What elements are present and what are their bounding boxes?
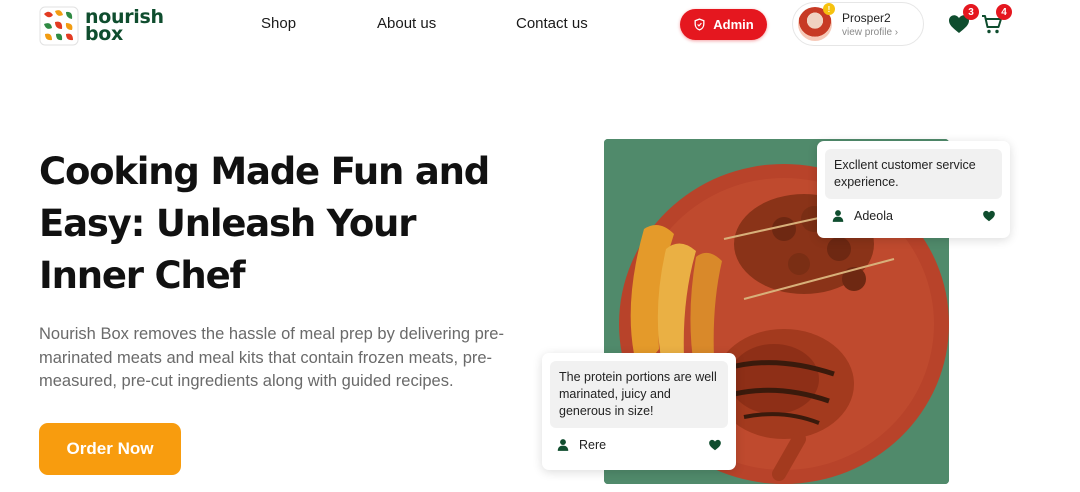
user-icon: [557, 439, 569, 451]
avatar: !: [798, 3, 835, 41]
order-now-button[interactable]: Order Now: [39, 423, 181, 475]
logo-wordmark: nourish box: [85, 8, 164, 45]
reviewer-name: Rere: [579, 438, 607, 452]
nourish-box-logo[interactable]: nourish box: [39, 6, 164, 46]
nav-shop[interactable]: Shop: [261, 15, 296, 32]
user-icon: [832, 210, 844, 222]
logo-line-2: box: [85, 23, 124, 45]
review-card: The protein portions are well marinated,…: [542, 353, 736, 470]
heart-icon[interactable]: [708, 438, 722, 452]
profile-alert-badge: !: [823, 3, 835, 15]
review-card: Excllent customer service experience. Ad…: [817, 141, 1010, 238]
review-text: The protein portions are well marinated,…: [550, 361, 728, 428]
shield-icon: [694, 18, 705, 31]
wishlist-count-badge: 3: [963, 4, 979, 20]
cart-button[interactable]: 4: [980, 4, 1012, 36]
heart-icon[interactable]: [982, 209, 996, 223]
nav-about-us[interactable]: About us: [377, 15, 436, 32]
view-profile-link[interactable]: view profile ›: [842, 27, 898, 38]
logo-mark-icon: [39, 6, 79, 46]
hero-title: Cooking Made Fun and Easy: Unleash Your …: [39, 150, 490, 297]
review-text: Excllent customer service experience.: [825, 149, 1002, 199]
profile-chip[interactable]: ! Prosper2 view profile ›: [792, 2, 924, 46]
nav-contact-us[interactable]: Contact us: [516, 15, 588, 32]
cart-count-badge: 4: [996, 4, 1012, 20]
wishlist-button[interactable]: 3: [947, 4, 979, 36]
reviewer-name: Adeola: [854, 209, 893, 223]
admin-label: Admin: [713, 17, 754, 32]
profile-name: Prosper2: [842, 10, 891, 25]
site-header: nourish box Shop About us Contact us Adm…: [0, 0, 1080, 50]
hero-description: Nourish Box removes the hassle of meal p…: [39, 325, 504, 390]
admin-button[interactable]: Admin: [680, 9, 767, 40]
